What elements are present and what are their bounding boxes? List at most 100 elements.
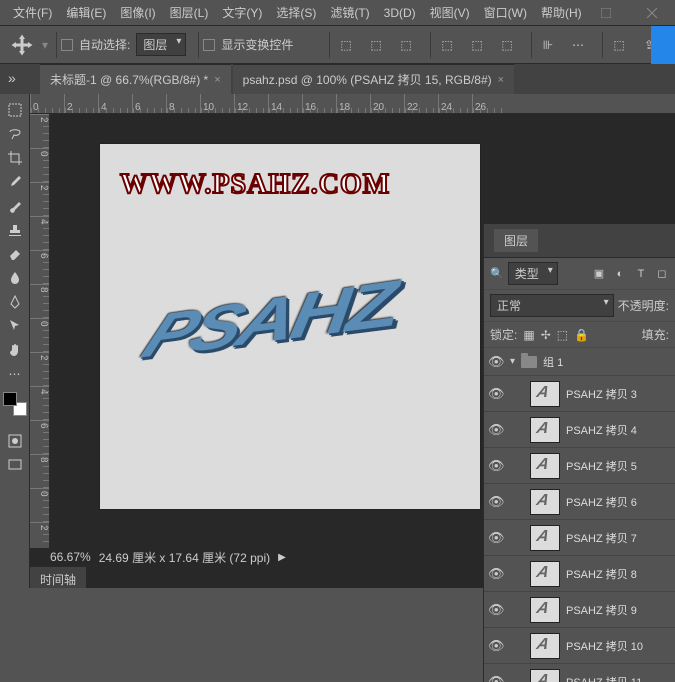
filter-shape-icon[interactable]: ◻ xyxy=(655,267,669,281)
align-right-icon[interactable]: ⬚ xyxy=(495,33,519,57)
3d-mode-icon[interactable]: ⬚ xyxy=(607,33,631,57)
layer-row[interactable]: 👁 PSAHZ 拷贝 11 xyxy=(484,664,675,682)
blend-mode-dropdown[interactable]: 正常 xyxy=(490,294,614,317)
layers-tab[interactable]: 图层 xyxy=(494,229,538,252)
layer-row[interactable]: 👁 PSAHZ 拷贝 3 xyxy=(484,376,675,412)
window-close[interactable] xyxy=(629,0,675,26)
layer-row[interactable]: 👁 PSAHZ 拷贝 7 xyxy=(484,520,675,556)
layer-thumbnail[interactable] xyxy=(530,561,560,587)
filter-type-icon[interactable]: T xyxy=(634,267,648,281)
window-maximize[interactable] xyxy=(583,0,629,26)
move-tool-icon[interactable] xyxy=(10,33,34,57)
align-vcenter-icon[interactable]: ⬚ xyxy=(364,33,388,57)
fg-color-swatch[interactable] xyxy=(3,392,17,406)
document-tab-1[interactable]: 未标题-1 @ 66.7%(RGB/8#) * × xyxy=(40,64,231,94)
layer-thumbnail[interactable] xyxy=(530,489,560,515)
layer-group[interactable]: 👁 ▾ 组 1 xyxy=(484,348,675,376)
align-hcenter-icon[interactable]: ⬚ xyxy=(465,33,489,57)
tool-blur[interactable] xyxy=(3,267,27,289)
timeline-panel-tab[interactable]: 时间轴 xyxy=(30,566,86,588)
auto-select-checkbox[interactable] xyxy=(61,39,73,51)
visibility-toggle[interactable]: 👁 xyxy=(488,602,504,618)
align-left-icon[interactable]: ⬚ xyxy=(435,33,459,57)
layer-thumbnail[interactable] xyxy=(530,525,560,551)
visibility-toggle[interactable]: 👁 xyxy=(488,494,504,510)
status-menu-icon[interactable]: ▶ xyxy=(278,552,286,563)
group-expand-icon[interactable]: ▾ xyxy=(510,356,515,367)
visibility-toggle[interactable]: 👁 xyxy=(488,530,504,546)
menu-filter[interactable]: 滤镜(T) xyxy=(323,0,376,25)
group-name[interactable]: 组 1 xyxy=(543,354,563,370)
menu-3d[interactable]: 3D(D) xyxy=(377,2,423,24)
menu-view[interactable]: 视图(V) xyxy=(423,0,477,25)
filter-adjust-icon[interactable]: ◐ xyxy=(613,267,627,281)
layer-name[interactable]: PSAHZ 拷贝 4 xyxy=(566,422,637,438)
layer-row[interactable]: 👁 PSAHZ 拷贝 9 xyxy=(484,592,675,628)
layer-row[interactable]: 👁 PSAHZ 拷贝 8 xyxy=(484,556,675,592)
layer-thumbnail[interactable] xyxy=(530,417,560,443)
menu-edit[interactable]: 编辑(E) xyxy=(59,0,113,25)
visibility-toggle[interactable]: 👁 xyxy=(488,354,504,370)
menu-window[interactable]: 窗口(W) xyxy=(477,0,534,25)
layer-name[interactable]: PSAHZ 拷贝 9 xyxy=(566,602,637,618)
menu-layer[interactable]: 图层(L) xyxy=(163,0,216,25)
show-transform-checkbox[interactable] xyxy=(203,39,215,51)
auto-select-dropdown[interactable]: 图层 xyxy=(136,33,186,56)
layer-name[interactable]: PSAHZ 拷贝 5 xyxy=(566,458,637,474)
tool-quickmask[interactable] xyxy=(3,430,27,452)
layer-thumbnail[interactable] xyxy=(530,453,560,479)
layer-name[interactable]: PSAHZ 拷贝 3 xyxy=(566,386,637,402)
document-canvas[interactable]: WWW.PSAHZ.COM PSAHZ xyxy=(100,144,480,509)
layer-thumbnail[interactable] xyxy=(530,381,560,407)
layer-name[interactable]: PSAHZ 拷贝 8 xyxy=(566,566,637,582)
tab-1-close[interactable]: × xyxy=(214,74,220,86)
visibility-toggle[interactable]: 👁 xyxy=(488,386,504,402)
tool-path-select[interactable] xyxy=(3,315,27,337)
tool-screenmode[interactable] xyxy=(3,454,27,476)
zoom-level[interactable]: 66.67% xyxy=(50,550,91,564)
visibility-toggle[interactable]: 👁 xyxy=(488,566,504,582)
visibility-toggle[interactable]: 👁 xyxy=(488,674,504,682)
ruler-horizontal[interactable]: 02468101214161820222426 xyxy=(30,94,675,114)
tool-toggle[interactable]: ⋯ xyxy=(3,363,27,385)
tab-2-close[interactable]: × xyxy=(498,74,504,86)
lock-pixels-icon[interactable]: ▦ xyxy=(523,328,534,342)
layer-row[interactable]: 👁 PSAHZ 拷贝 4 xyxy=(484,412,675,448)
menu-select[interactable]: 选择(S) xyxy=(269,0,323,25)
layer-name[interactable]: PSAHZ 拷贝 10 xyxy=(566,638,643,654)
tool-marquee[interactable] xyxy=(3,99,27,121)
distribute-icon[interactable]: ⊪ xyxy=(536,33,560,57)
lock-position-icon[interactable]: ✢ xyxy=(541,328,551,342)
layer-thumbnail[interactable] xyxy=(530,633,560,659)
menu-image[interactable]: 图像(I) xyxy=(113,0,162,25)
visibility-toggle[interactable]: 👁 xyxy=(488,458,504,474)
filter-pixel-icon[interactable]: ▣ xyxy=(592,267,606,281)
window-minimize[interactable] xyxy=(537,0,583,26)
more-options-icon[interactable]: ⋯ xyxy=(566,33,590,57)
tool-pen[interactable] xyxy=(3,291,27,313)
visibility-toggle[interactable]: 👁 xyxy=(488,638,504,654)
document-tab-2[interactable]: psahz.psd @ 100% (PSAHZ 拷贝 15, RGB/8#) × xyxy=(233,64,514,94)
layer-name[interactable]: PSAHZ 拷贝 7 xyxy=(566,530,637,546)
tool-hand[interactable] xyxy=(3,339,27,361)
layer-name[interactable]: PSAHZ 拷贝 6 xyxy=(566,494,637,510)
color-swatches[interactable] xyxy=(3,392,27,416)
tabs-menu-icon[interactable]: » xyxy=(8,70,16,86)
layer-thumbnail[interactable] xyxy=(530,597,560,623)
layer-row[interactable]: 👁 PSAHZ 拷贝 10 xyxy=(484,628,675,664)
tool-stamp[interactable] xyxy=(3,219,27,241)
layer-thumbnail[interactable] xyxy=(530,669,560,682)
tool-eyedropper[interactable] xyxy=(3,171,27,193)
menu-file[interactable]: 文件(F) xyxy=(6,0,59,25)
align-top-icon[interactable]: ⬚ xyxy=(334,33,358,57)
tool-eraser[interactable] xyxy=(3,243,27,265)
layer-row[interactable]: 👁 PSAHZ 拷贝 6 xyxy=(484,484,675,520)
menu-type[interactable]: 文字(Y) xyxy=(215,0,269,25)
visibility-toggle[interactable]: 👁 xyxy=(488,422,504,438)
layer-name[interactable]: PSAHZ 拷贝 11 xyxy=(566,674,642,682)
lock-all-icon[interactable]: 🔒 xyxy=(574,328,589,342)
layers-list[interactable]: 👁 ▾ 组 1 👁 PSAHZ 拷贝 3 👁 PSAHZ 拷贝 4 👁 PSAHZ 拷贝 … xyxy=(484,348,675,682)
tool-brush[interactable] xyxy=(3,195,27,217)
tool-crop[interactable] xyxy=(3,147,27,169)
tool-lasso[interactable] xyxy=(3,123,27,145)
